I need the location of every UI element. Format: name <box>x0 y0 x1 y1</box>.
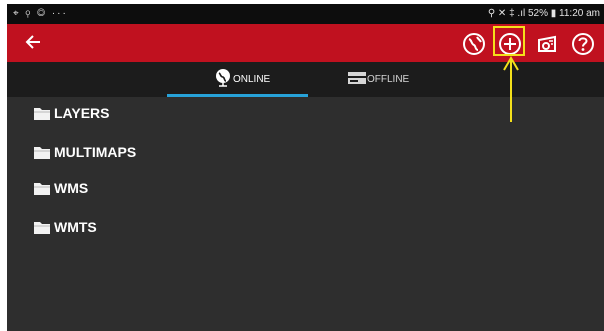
status-bar: ⌖ ⚲ ◎ ··· ⚲ ✕ ‡ .ıl 52% ▮ 11:20 am <box>7 4 604 24</box>
tab-offline[interactable]: OFFLINE <box>308 62 449 97</box>
help-button[interactable] <box>570 31 596 57</box>
tab-online[interactable]: ONLINE <box>167 62 308 97</box>
folder-label: WMS <box>54 180 89 196</box>
map-camera-icon <box>538 35 556 52</box>
tab-selected-indicator <box>167 94 308 97</box>
globe-icon <box>216 69 230 87</box>
arrow-left-icon <box>25 35 40 49</box>
globe-button[interactable] <box>461 31 487 57</box>
status-left-icons: ⌖ ⚲ ◎ ··· <box>13 8 68 19</box>
annotation-arrow <box>503 56 519 122</box>
tab-offline-label: OFFLINE <box>367 74 410 85</box>
status-right-info: ⚲ ✕ ‡ .ıl 52% ▮ 11:20 am <box>487 8 600 19</box>
folder-label: WMTS <box>54 219 97 235</box>
back-button[interactable] <box>25 30 41 55</box>
folder-icon <box>34 147 50 159</box>
map-camera-button[interactable] <box>534 31 560 57</box>
folder-icon <box>34 108 50 120</box>
tab-online-label: ONLINE <box>233 74 271 85</box>
folder-label: MULTIMAPS <box>54 144 137 160</box>
folder-label: LAYERS <box>54 105 110 121</box>
help-icon <box>572 33 594 55</box>
folder-icon <box>34 222 50 234</box>
folder-icon <box>34 183 50 195</box>
globe-icon <box>463 33 485 55</box>
drive-icon <box>348 72 366 84</box>
